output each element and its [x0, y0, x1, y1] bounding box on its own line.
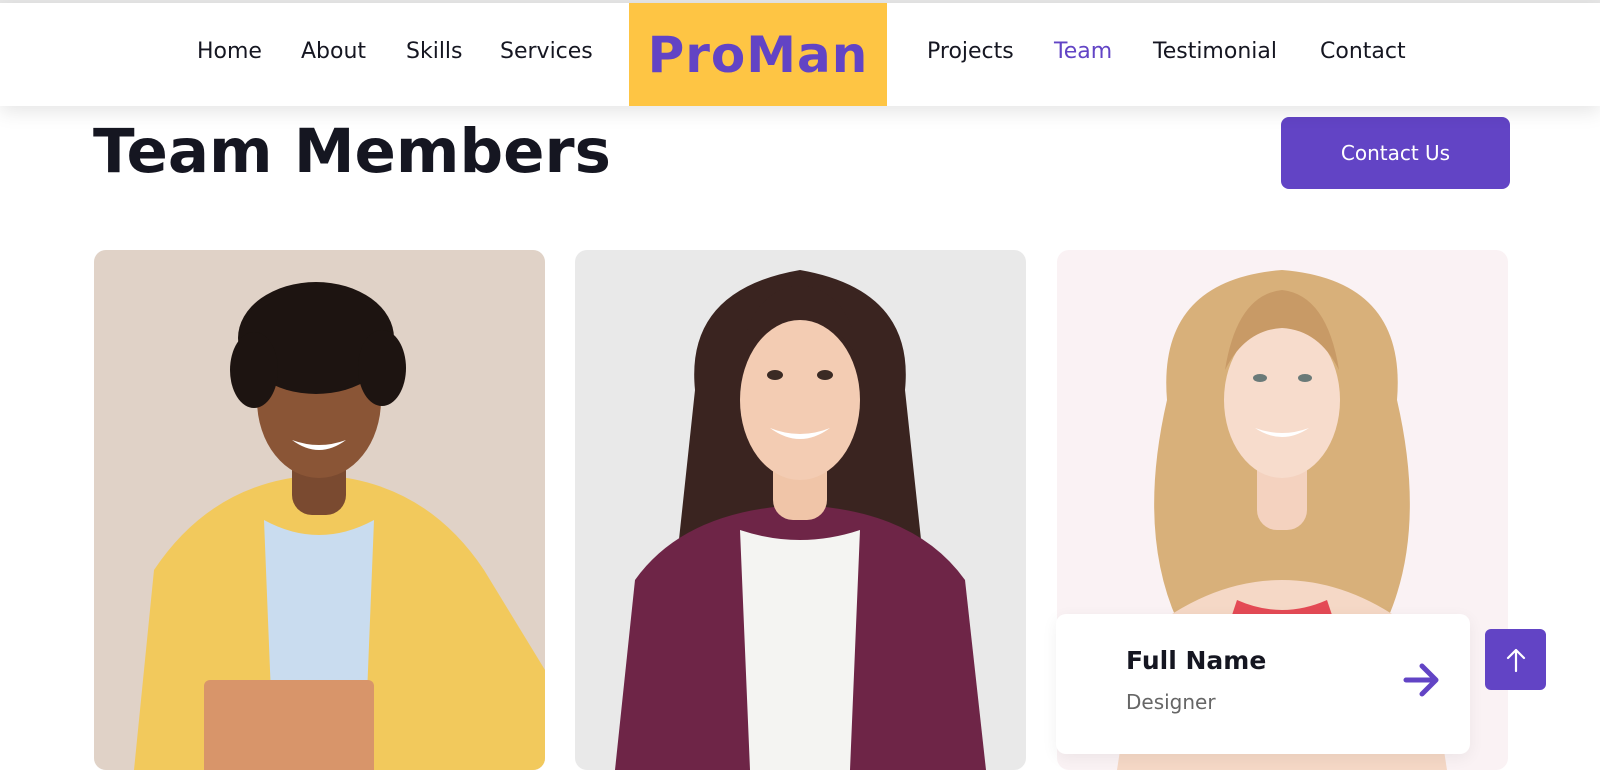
team-card-1[interactable]: [94, 250, 545, 770]
team-photo-1: [94, 250, 545, 770]
logo-text: ProMan: [647, 25, 869, 84]
member-role: Designer: [1126, 690, 1216, 714]
member-name: Full Name: [1126, 646, 1267, 675]
nav-contact[interactable]: Contact: [1320, 41, 1406, 63]
nav-about[interactable]: About: [301, 41, 366, 63]
page-title: Team Members: [93, 116, 611, 187]
contact-us-button[interactable]: Contact Us: [1281, 117, 1510, 189]
team-member-info: Full Name Designer: [1056, 614, 1470, 754]
nav-projects[interactable]: Projects: [927, 41, 1014, 63]
nav-home[interactable]: Home: [197, 41, 262, 63]
arrow-right-icon[interactable]: [1402, 660, 1444, 700]
team-card-2[interactable]: [575, 250, 1026, 770]
brand-logo[interactable]: ProMan: [629, 3, 887, 106]
nav-skills[interactable]: Skills: [406, 41, 463, 63]
back-to-top-button[interactable]: [1485, 629, 1546, 690]
team-photo-2: [575, 250, 1026, 770]
nav-team[interactable]: Team: [1054, 41, 1112, 63]
arrow-up-icon: [1506, 648, 1525, 672]
nav-testimonial[interactable]: Testimonial: [1153, 41, 1277, 63]
navbar: Home About Skills Services ProMan Projec…: [0, 3, 1600, 106]
nav-services[interactable]: Services: [500, 41, 593, 63]
